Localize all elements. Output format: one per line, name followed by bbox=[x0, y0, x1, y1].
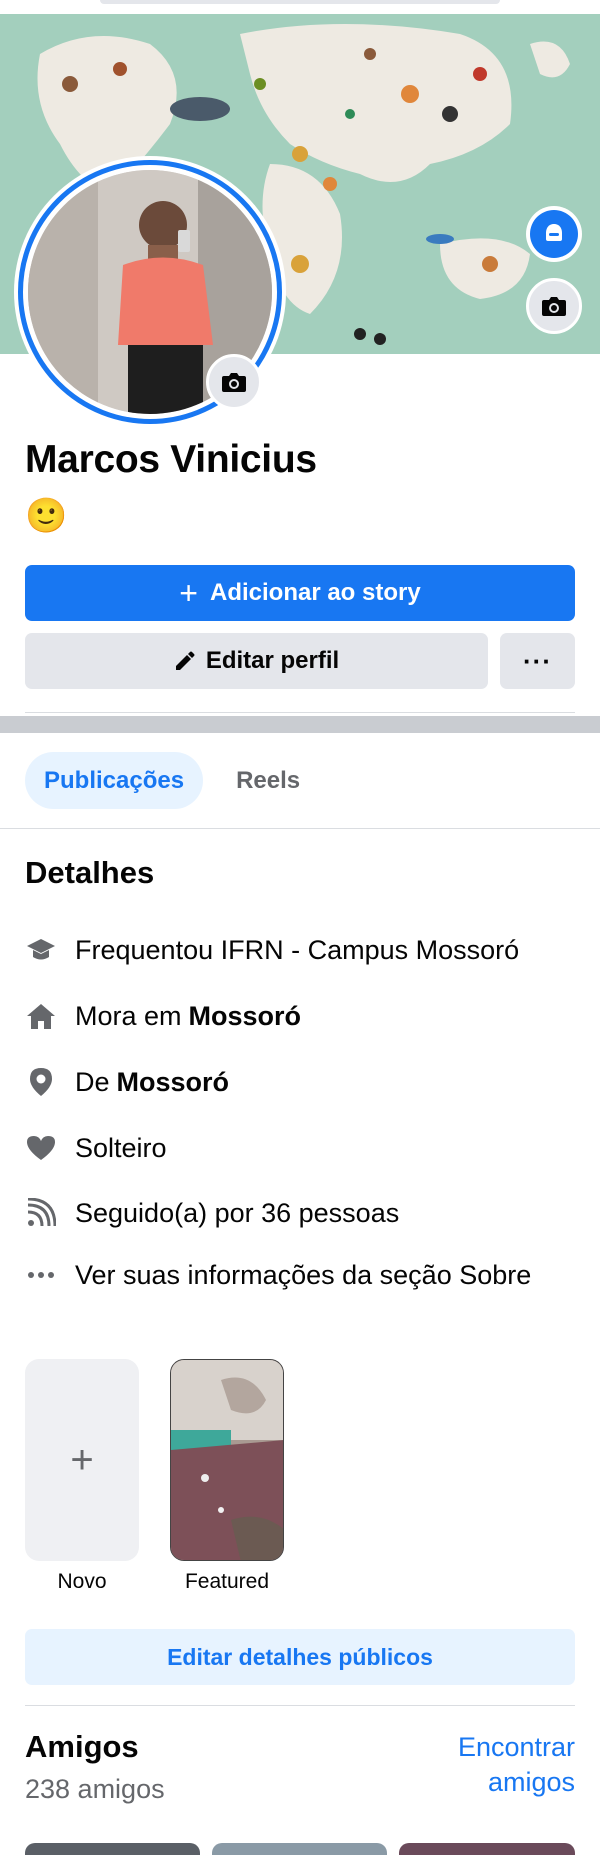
rss-feed-icon bbox=[25, 1197, 57, 1229]
tab-publicacoes[interactable]: Publicações bbox=[25, 752, 204, 809]
find-friends-link[interactable]: Encontrar amigos bbox=[425, 1730, 575, 1800]
detail-education-text: Frequentou IFRN - Campus Mossoró bbox=[75, 934, 520, 965]
top-strip bbox=[0, 0, 600, 14]
detail-relationship[interactable]: Solteiro bbox=[25, 1128, 167, 1168]
detail-from[interactable]: De Mossoró bbox=[25, 1062, 229, 1102]
friend-thumbnail[interactable] bbox=[399, 1843, 575, 1855]
featured-new-button[interactable]: + bbox=[25, 1359, 139, 1561]
more-dots-icon bbox=[25, 1259, 57, 1291]
detail-lives-in-text: Mora em bbox=[75, 1000, 182, 1031]
detail-about-link[interactable]: Ver suas informações da seção Sobre bbox=[25, 1255, 531, 1295]
status-emoji: 🙂 bbox=[25, 497, 68, 535]
detail-from-text: De bbox=[75, 1066, 110, 1097]
camera-icon bbox=[222, 373, 246, 392]
profile-camera-button[interactable] bbox=[206, 354, 262, 410]
heart-icon bbox=[25, 1132, 57, 1164]
friends-count: 238 amigos bbox=[25, 1774, 165, 1804]
more-options-button[interactable]: ··· bbox=[500, 633, 575, 689]
friend-thumbnail[interactable] bbox=[212, 1843, 387, 1855]
camera-icon bbox=[542, 297, 566, 316]
profile-name: Marcos Vinicius bbox=[25, 438, 317, 481]
detail-education[interactable]: Frequentou IFRN - Campus Mossoró bbox=[25, 930, 519, 970]
plus-icon: + bbox=[179, 575, 198, 611]
pencil-icon bbox=[175, 651, 195, 670]
featured-item[interactable] bbox=[170, 1359, 284, 1561]
featured-item-label: Featured bbox=[184, 1570, 270, 1593]
detail-followers-text: Seguido(a) por 36 pessoas bbox=[75, 1197, 400, 1228]
avatar-icon bbox=[530, 210, 578, 258]
cover-camera-button[interactable] bbox=[526, 278, 582, 334]
edit-public-details-button[interactable]: Editar detalhes públicos bbox=[25, 1629, 575, 1685]
friend-thumbnail[interactable] bbox=[25, 1843, 200, 1855]
add-to-story-label: Adicionar ao story bbox=[209, 579, 421, 606]
edit-profile-label: Editar perfil bbox=[205, 647, 340, 674]
avatar-edit-button[interactable] bbox=[526, 206, 582, 262]
detail-about-text: Ver suas informações da seção Sobre bbox=[75, 1259, 532, 1290]
tabs-divider bbox=[0, 828, 600, 829]
more-dots-icon: ··· bbox=[523, 645, 552, 676]
detail-from-place[interactable]: Mossoró bbox=[117, 1067, 230, 1098]
featured-thumbnail bbox=[171, 1360, 283, 1560]
details-title: Detalhes bbox=[25, 855, 155, 890]
location-pin-icon bbox=[25, 1066, 57, 1098]
friends-title: Amigos bbox=[25, 1729, 139, 1764]
home-icon bbox=[25, 1000, 57, 1032]
add-to-story-button[interactable]: + Adicionar ao story bbox=[25, 565, 575, 621]
divider bbox=[25, 1705, 575, 1706]
divider bbox=[25, 712, 575, 713]
edit-profile-button[interactable]: Editar perfil bbox=[25, 633, 488, 689]
profile-tabs: Publicações Reels bbox=[25, 752, 333, 809]
detail-lives-in-place[interactable]: Mossoró bbox=[189, 1001, 302, 1032]
section-divider bbox=[0, 716, 600, 733]
featured-new-label: Novo bbox=[57, 1570, 107, 1593]
plus-icon: + bbox=[70, 1437, 94, 1482]
top-strip-handle bbox=[100, 0, 500, 4]
detail-followers[interactable]: Seguido(a) por 36 pessoas bbox=[25, 1193, 399, 1233]
detail-lives-in[interactable]: Mora em Mossoró bbox=[25, 996, 301, 1036]
detail-relationship-text: Solteiro bbox=[75, 1132, 167, 1163]
tab-reels[interactable]: Reels bbox=[217, 752, 319, 809]
graduation-cap-icon bbox=[25, 934, 57, 966]
